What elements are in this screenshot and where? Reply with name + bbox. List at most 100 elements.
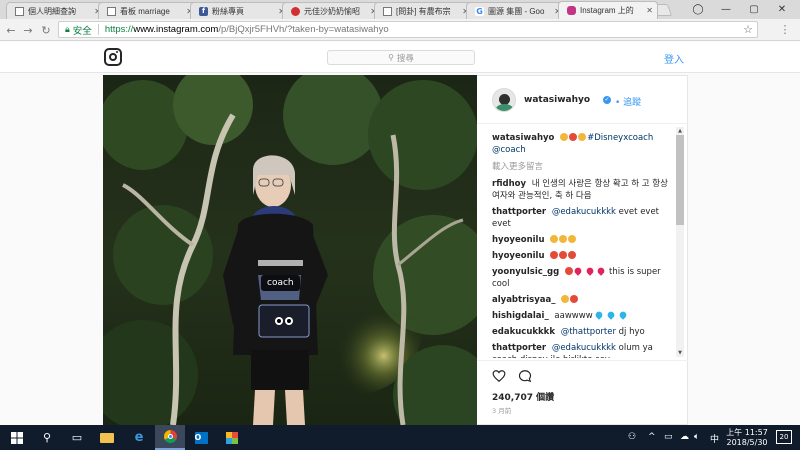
- comment-username[interactable]: hyoyeonilu: [492, 251, 545, 261]
- comments-scrollbar[interactable]: ▲ ▼: [676, 127, 684, 357]
- forward-icon[interactable]: →: [21, 23, 35, 37]
- document-icon: [107, 6, 116, 16]
- caption-username[interactable]: watasiwahyo: [492, 133, 554, 143]
- maximize-button[interactable]: ▢: [740, 0, 768, 19]
- edge-browser-icon[interactable]: e: [124, 425, 154, 450]
- instagram-icon: [567, 6, 576, 15]
- tab-google[interactable]: G 圖源 集團 - Goo ✕: [466, 2, 566, 19]
- onedrive-icon[interactable]: ☁: [680, 432, 689, 442]
- follow-button[interactable]: • 追蹤: [615, 95, 641, 108]
- tab-instagram[interactable]: Instagram 上的 ✕: [558, 1, 658, 19]
- post-photo[interactable]: coach: [103, 75, 477, 425]
- comment-username[interactable]: thattporter: [492, 207, 546, 217]
- chrome-icon[interactable]: [155, 425, 185, 450]
- caption-hashtag[interactable]: #Disneyxcoach: [587, 133, 653, 143]
- network-icon[interactable]: ▭: [664, 432, 673, 442]
- url-path: /p/BjQxjr5FHVh/?taken-by=watasiwahyo: [218, 24, 389, 35]
- file-explorer-icon[interactable]: [92, 425, 122, 450]
- post-header: watasiwahyo ✓ • 追蹤: [477, 76, 688, 124]
- news-icon: [291, 6, 300, 16]
- notification-center-icon[interactable]: 20: [776, 430, 792, 444]
- document-icon: [15, 6, 24, 16]
- comment-username[interactable]: rfidhoy: [492, 179, 526, 189]
- list-item: rfidhoy 내 인생의 사랑은 항상 확고 하 고 항상 여자와 관능적인,…: [492, 178, 672, 202]
- list-item: thattporter @edakucukkkk evet evet evet: [492, 206, 672, 230]
- search-icon: ⚲: [388, 53, 394, 62]
- facebook-icon: f: [199, 6, 208, 16]
- search-input[interactable]: ⚲ 搜尋: [327, 50, 475, 65]
- windows-start-icon[interactable]: [2, 425, 32, 450]
- comment-username[interactable]: edakucukkkk: [492, 327, 555, 337]
- comment-mention[interactable]: @edakucukkkk: [552, 343, 616, 353]
- comment-username[interactable]: alyabtrisyaa_: [492, 295, 556, 305]
- photo-tag-label: coach: [267, 278, 294, 288]
- google-icon: G: [475, 6, 484, 16]
- reload-icon[interactable]: ↻: [39, 23, 53, 37]
- list-item: hyoyeonilu: [492, 234, 672, 246]
- task-view-icon[interactable]: ▭: [62, 425, 92, 450]
- emoji-icon: [550, 235, 559, 243]
- comment-bubble-icon[interactable]: [518, 369, 532, 383]
- tab-marriage[interactable]: 看板 marriage ✕: [98, 2, 198, 19]
- url-scheme: https://: [104, 24, 134, 35]
- heart-emoji-icon: [573, 266, 583, 276]
- comment-username[interactable]: yoonyulsic_gg: [492, 267, 559, 277]
- tab-fan-page[interactable]: f 粉絲專頁 ✕: [190, 2, 290, 19]
- people-icon[interactable]: ⚇: [628, 432, 636, 442]
- back-icon[interactable]: ←: [4, 23, 18, 37]
- post-username[interactable]: watasiwahyo: [524, 95, 590, 105]
- scroll-down-icon[interactable]: ▼: [676, 349, 684, 357]
- like-count[interactable]: 240,707 個讚: [492, 390, 554, 403]
- sad-emoji-icon: [560, 133, 569, 141]
- heart-eyes-emoji-icon: [559, 251, 568, 259]
- comment-mention[interactable]: @thattporter: [561, 327, 616, 337]
- tab-news[interactable]: 元佳沙奶奶愉昭 ✕: [282, 2, 382, 19]
- emoji-icon: [568, 235, 577, 243]
- close-window-button[interactable]: ✕: [768, 0, 796, 19]
- caption-mention[interactable]: @coach: [492, 145, 526, 155]
- blue-heart-emoji-icon: [606, 310, 616, 320]
- address-bar[interactable]: 🔒︎ 安全 https:// www.instagram.com /p/BjQx…: [58, 21, 758, 38]
- bookmark-star-icon[interactable]: ☆: [743, 23, 753, 36]
- close-icon[interactable]: ✕: [646, 6, 653, 15]
- tab-ptt[interactable]: [問卦] 有農布宗 ✕: [374, 2, 474, 19]
- list-item: thattporter @edakucukkkk olum ya coach d…: [492, 342, 672, 358]
- comment-username[interactable]: hyoyeonilu: [492, 235, 545, 245]
- tray-expand-icon[interactable]: ^: [648, 432, 656, 442]
- document-icon: [383, 6, 392, 16]
- profile-icon[interactable]: ◯: [684, 0, 712, 19]
- store-app-icon[interactable]: [217, 425, 247, 450]
- heart-eyes-emoji-icon: [569, 133, 578, 141]
- comment-username[interactable]: thattporter: [492, 343, 546, 353]
- follow-label: 追蹤: [623, 98, 642, 108]
- heart-emoji-icon: [584, 266, 595, 276]
- minimize-button[interactable]: —: [712, 0, 740, 19]
- photo-tag[interactable]: coach: [261, 275, 300, 291]
- comment-mention[interactable]: @edakucukkkk: [552, 207, 616, 217]
- tab-label: 個人明細查詢: [28, 6, 76, 16]
- tab-label: Instagram 上的: [580, 6, 634, 15]
- tab-label: 元佳沙奶奶愉昭: [304, 6, 360, 16]
- list-item: hishigdalai_ aawwww: [492, 310, 672, 322]
- comment-text: dj hyo: [618, 327, 645, 337]
- ime-language-icon[interactable]: 中: [710, 432, 719, 445]
- like-heart-icon[interactable]: [492, 369, 506, 383]
- outlook-icon[interactable]: O: [186, 425, 216, 450]
- instagram-logo-icon[interactable]: [104, 48, 122, 66]
- scroll-up-icon[interactable]: ▲: [676, 127, 684, 135]
- caption: watasiwahyo #Disneyxcoach @coach: [492, 132, 672, 156]
- system-clock[interactable]: 上午 11:57 2018/5/30: [722, 428, 772, 448]
- comment-list: watasiwahyo #Disneyxcoach @coach 載入更多留言 …: [492, 132, 672, 358]
- login-link[interactable]: 登入: [664, 51, 684, 66]
- menu-icon[interactable]: ⋮: [778, 22, 792, 36]
- volume-icon[interactable]: 🔈︎: [694, 432, 699, 442]
- tab-label: 粉絲專頁: [212, 6, 244, 16]
- tab-label: 看板 marriage: [120, 6, 170, 16]
- avatar[interactable]: [492, 88, 516, 112]
- windows-taskbar: ⚲ ▭ e O ⚇ ^ ▭ ☁ 🔈︎ 中 上午 11:57 2018/5/30 …: [0, 425, 800, 450]
- scrollbar-thumb[interactable]: [676, 135, 684, 225]
- search-icon[interactable]: ⚲: [32, 425, 62, 450]
- tab-personal-details[interactable]: 個人明細查詢 ✕: [6, 2, 106, 19]
- comment-username[interactable]: hishigdalai_: [492, 311, 549, 321]
- load-more-comments[interactable]: 載入更多留言: [492, 160, 672, 172]
